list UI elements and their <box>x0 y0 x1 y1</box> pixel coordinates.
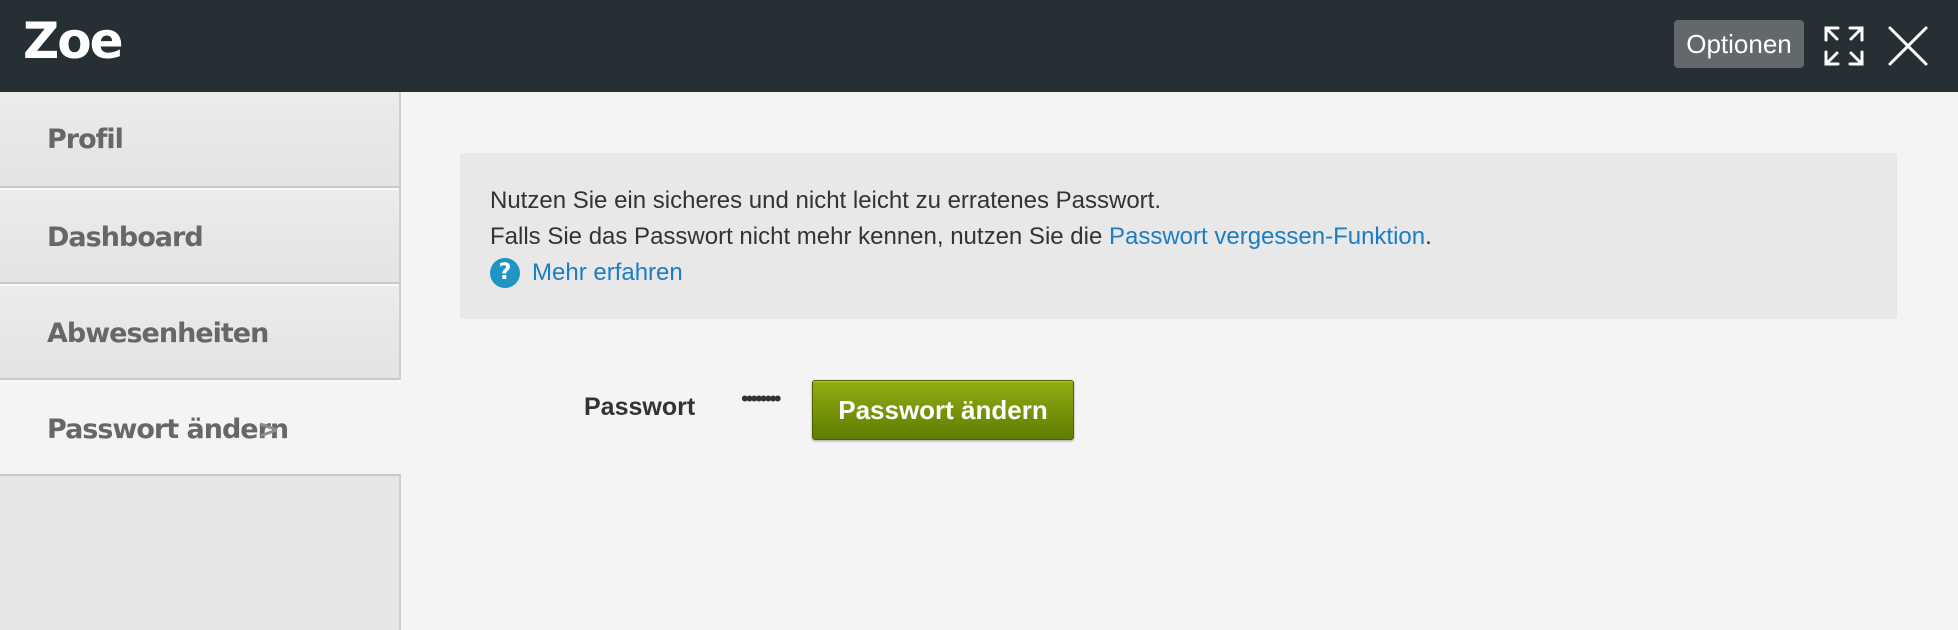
change-password-button[interactable]: Passwort ändern <box>812 380 1074 440</box>
help-row: ? Mehr erfahren <box>490 255 1867 291</box>
sidebar: Profil Dashboard Abwesenheiten Passwort … <box>0 92 401 630</box>
chevron-right-icon: > <box>258 415 280 445</box>
password-field[interactable] <box>741 384 807 414</box>
header-bar: Zoe Optionen <box>0 0 1958 92</box>
sidebar-item-profil[interactable]: Profil <box>0 92 399 188</box>
close-icon[interactable] <box>1886 24 1930 68</box>
info-text-suffix: . <box>1425 223 1432 250</box>
sidebar-item-abwesenheiten[interactable]: Abwesenheiten <box>0 284 399 380</box>
sidebar-item-label: Dashboard <box>47 222 204 253</box>
sidebar-item-label: Profil <box>47 124 124 155</box>
info-text-prefix: Falls Sie das Passwort nicht mehr kennen… <box>490 223 1109 250</box>
info-text-line-1: Nutzen Sie ein sicheres und nicht leicht… <box>490 187 1162 214</box>
expand-icon[interactable] <box>1822 24 1866 68</box>
forgot-password-link[interactable]: Passwort vergessen-Funktion <box>1109 223 1425 250</box>
info-box: Nutzen Sie ein sicheres und nicht leicht… <box>460 153 1897 319</box>
app-title: Zoe <box>23 12 124 70</box>
question-circle-icon: ? <box>490 258 520 288</box>
sidebar-item-label: Passwort ändern <box>47 414 289 445</box>
sidebar-item-passwort-aendern[interactable]: Passwort ändern > <box>0 380 401 476</box>
password-label: Passwort <box>584 393 696 421</box>
sidebar-item-label: Abwesenheiten <box>47 318 269 349</box>
app-window: Zoe Optionen Profil Dashboard Abwesenhei… <box>0 0 1958 630</box>
sidebar-item-dashboard[interactable]: Dashboard <box>0 188 399 284</box>
info-text-line-2: Falls Sie das Passwort nicht mehr kennen… <box>490 219 1867 255</box>
learn-more-link[interactable]: Mehr erfahren <box>532 255 683 291</box>
options-button[interactable]: Optionen <box>1674 20 1804 68</box>
